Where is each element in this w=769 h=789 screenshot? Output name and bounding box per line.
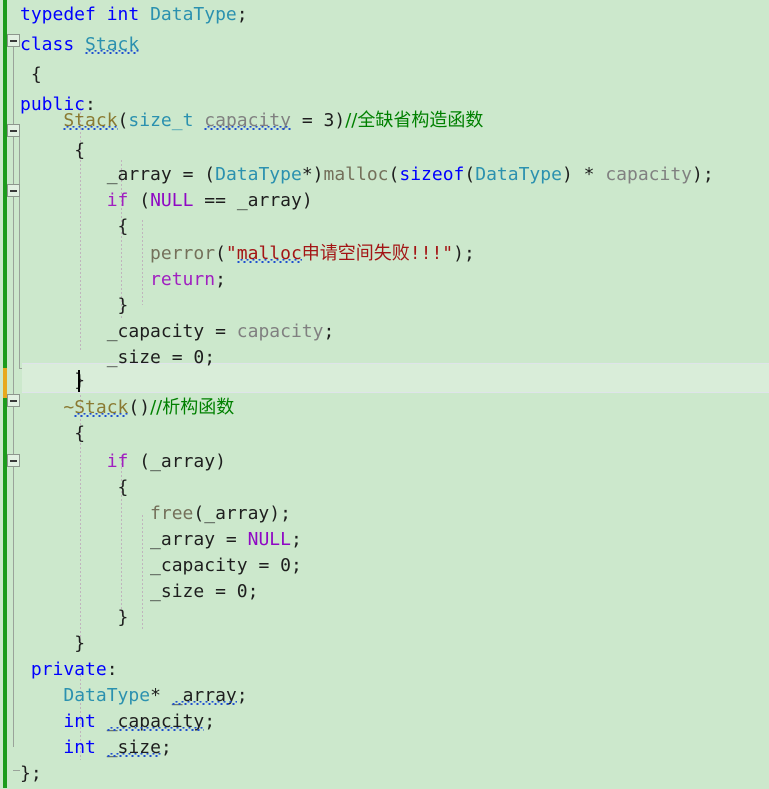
fold-toggle-if-null-array[interactable] bbox=[7, 184, 20, 197]
text-cursor bbox=[78, 370, 80, 392]
outlining-gutter[interactable] bbox=[0, 0, 24, 788]
code-line-0[interactable]: typedef int DataType; bbox=[20, 0, 248, 30]
fold-toggle-ctor-stack[interactable] bbox=[7, 124, 20, 137]
code-line-4[interactable]: Stack(size_t capacity = 3)//全缺省构造函数 bbox=[20, 106, 483, 136]
code-line-8[interactable]: { bbox=[20, 212, 129, 242]
code-line-14[interactable]: } bbox=[20, 366, 85, 396]
fold-toggle-dtor-stack[interactable] bbox=[7, 394, 20, 407]
fold-toggle-if-array[interactable] bbox=[7, 454, 20, 467]
code-line-28[interactable]: int _size; bbox=[20, 733, 171, 763]
code-line-1[interactable]: class Stack bbox=[20, 30, 139, 60]
code-line-2[interactable]: { bbox=[20, 60, 42, 90]
fold-toggle-class-stack[interactable] bbox=[7, 34, 20, 47]
code-editor[interactable]: typedef int DataType; class Stack { publ… bbox=[0, 0, 769, 788]
code-line-29[interactable]: }; bbox=[20, 759, 42, 789]
fold-bracket-end-class-stack bbox=[13, 770, 20, 771]
code-line-16[interactable]: { bbox=[20, 419, 85, 449]
